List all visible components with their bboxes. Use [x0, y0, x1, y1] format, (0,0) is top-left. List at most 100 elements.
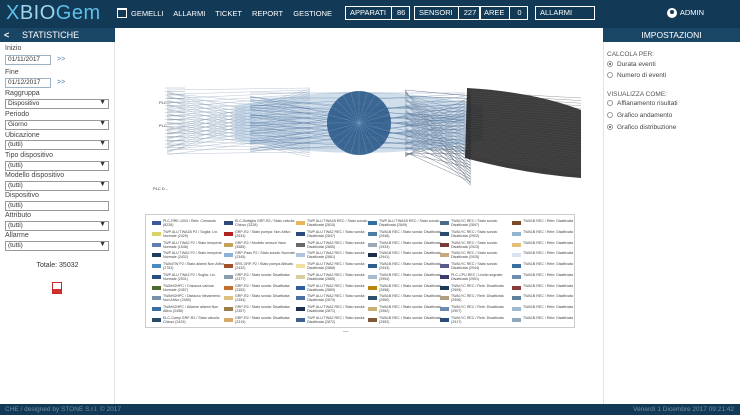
legend-item[interactable]: TWA1B REC / Rele: Disattivata (2923): [512, 284, 574, 293]
start-date-input[interactable]: 01/11/2017: [5, 55, 51, 65]
device-type-select[interactable]: (tutti) ▼: [5, 161, 109, 171]
legend-label: TWA1B REC / Stato sonda: Disattivata (29…: [379, 315, 441, 324]
user-menu[interactable]: ADMIN: [666, 8, 704, 19]
attribute-select[interactable]: (tutti) ▼: [5, 221, 109, 231]
caret-down-icon: ▼: [99, 181, 106, 188]
legend-swatch: [512, 253, 521, 258]
legend-item[interactable]: TWA1YC REC / Stato sonda: Disattivata (2…: [440, 230, 514, 239]
legend-item[interactable]: GRP-R2 / Stato pompa: Non Attivo (2534): [224, 230, 298, 239]
view-option-side-by-side[interactable]: Affianamento risultati: [607, 100, 678, 107]
legend-item[interactable]: TWP ALU TWA1B REC / Stato sonda: Disatti…: [368, 219, 442, 228]
legend-item[interactable]: GRP-R2 / Modello sensori Vano (3585): [224, 241, 298, 250]
left-fan-line: [166, 89, 311, 95]
legend-item[interactable]: TWA1B REC / Rele: Disattivata (2913): [512, 241, 574, 250]
legend-item[interactable]: TWP ALU TWA2 REC / Stato sonda: Disattiv…: [296, 251, 370, 260]
legend-item[interactable]: TWA1YC REC / Stato sonda: Disattivata (2…: [440, 219, 514, 228]
legend-item[interactable]: TWP ALU TWA2 P2 / Stato temperat. Normal…: [152, 251, 226, 260]
nav-ticket[interactable]: TICKET: [215, 9, 242, 18]
legend-item[interactable]: GRP-R2 / Stato sonda: Disattivata (2319): [224, 316, 298, 325]
legend-item[interactable]: TWA1B REC / Stato sonda: Disattivata (29…: [368, 273, 442, 282]
nav-report[interactable]: REPORT: [252, 9, 283, 18]
view-option-distribution[interactable]: Grafico distribuzione: [607, 124, 676, 131]
legend-item[interactable]: GRP-Pass P2 / Stato sonda: Normale (2345…: [224, 251, 298, 260]
legend-item[interactable]: TWP ALU TWA1B REC / Stato sonda: Disatti…: [296, 219, 370, 228]
nav-allarmi[interactable]: ALLARMI: [173, 9, 205, 18]
view-option-trend[interactable]: Grafico andamento: [607, 112, 672, 119]
legend-item[interactable]: TWAHI2HPC / Chiusura valvola Normale (24…: [152, 284, 226, 293]
nav-gemelli[interactable]: GEMELLI: [131, 9, 164, 18]
legend-item[interactable]: TWA1B REC / Stato sonda: Disattivata (29…: [368, 241, 442, 250]
legend-item[interactable]: TWA1YC REC / Rele: Disattivata (2906): [440, 294, 514, 303]
app-logo[interactable]: XBIOGem: [6, 2, 101, 25]
legend-item[interactable]: TWP ALU TWA2 REC / Stato sonda: Disattiv…: [296, 262, 370, 271]
counter-allarmi[interactable]: ALLARMI: [535, 6, 596, 20]
legend-item[interactable]: TWA1B REC / Stato sonda: Disattivata (29…: [368, 262, 442, 271]
counter-aree[interactable]: AREE 0: [479, 6, 529, 20]
legend-item[interactable]: TWP ALU TWA2 REC / Stato sonda: Disattiv…: [296, 316, 370, 325]
calc-option-count[interactable]: Numero di eventi: [607, 72, 666, 79]
location-select[interactable]: (tutti) ▼: [5, 140, 109, 150]
chevron-left-icon[interactable]: <: [4, 28, 9, 42]
counter-apparati[interactable]: APPARATI 86: [345, 6, 411, 20]
legend-item[interactable]: ELC-Camp GRP-R2 / Stato valvola: Chiuso …: [152, 316, 226, 325]
device-input[interactable]: (tutti): [5, 201, 109, 211]
end-date-input[interactable]: 01/12/2017: [5, 78, 51, 88]
home-icon[interactable]: [117, 8, 127, 18]
legend-item[interactable]: TWA1B REC / Stato sonda: Disattivata (29…: [368, 284, 442, 293]
legend-more-indicator[interactable]: ...: [343, 327, 349, 334]
legend-item[interactable]: TWP ALU TWA2 REC / Stato sonda: Disattiv…: [296, 273, 370, 282]
legend-item[interactable]: TWP ALU TWA2 REC / Stato sonda: Disattiv…: [296, 294, 370, 303]
legend-item[interactable]: GRP-R2 / Stato sonda: Disattivata (2377): [224, 273, 298, 282]
legend-item[interactable]: TWA1B REC / Rele: Disattivata (2926): [512, 316, 574, 325]
legend-item[interactable]: GRP-R2 / Stato sonda: Disattivata (2357): [224, 305, 298, 314]
alarm-select[interactable]: (tutti) ▼: [5, 241, 109, 251]
legend-item[interactable]: TWA1B REC / Rele: Disattivata (2922): [512, 273, 574, 282]
legend-item[interactable]: TWA1YC REC / Stato sonda: Disattivata (2…: [440, 241, 514, 250]
legend-item[interactable]: SRS-GRP-P2 / Stato pompa Attivato (2432): [224, 262, 298, 271]
legend-label: GRP-R2 / Stato sonda: Disattivata (2319): [235, 315, 290, 324]
legend-item[interactable]: TWA1B REC / Rele: Disattivata (2911): [512, 219, 574, 228]
legend-item[interactable]: TWP ALU TWA2 P2 / Stato temperat. Normal…: [152, 241, 226, 250]
legend-item[interactable]: TWP ALU TWA2 REC / Stato sonda: Disattiv…: [296, 305, 370, 314]
legend-item[interactable]: GRP-R2 / Stato sonda: Disattivata (2352): [224, 284, 298, 293]
legend-item[interactable]: TWA1B REC / Stato sonda: Disattivata (29…: [368, 305, 442, 314]
legend-item[interactable]: TWA1B REC / Rele: Disattivata (2924): [512, 294, 574, 303]
legend-swatch: [152, 274, 161, 279]
legend-item[interactable]: TWA1B REC / Rele: Disattivata (2912): [512, 230, 574, 239]
legend-item[interactable]: TWA1B REC / Rele: Disattivata (2925): [512, 305, 574, 314]
chart-node-label: PLC...: [159, 100, 170, 105]
legend-item[interactable]: TWP ALU TWA2 REC / Stato sonda: Disattiv…: [296, 230, 370, 239]
calc-option-duration[interactable]: Durata eventi: [607, 61, 656, 68]
pdf-file-icon[interactable]: [52, 282, 62, 294]
start-next-button[interactable]: >>: [57, 56, 65, 63]
end-next-button[interactable]: >>: [57, 79, 65, 86]
legend-item[interactable]: TWA1B REC / Stato sonda: Disattivata (29…: [368, 316, 442, 325]
legend-item[interactable]: PLC-CPU REC / Livello segnale: Disattiva…: [440, 273, 514, 282]
legend-item[interactable]: TWA4TW P2 / Stato allarmi Non Attivo (27…: [152, 262, 226, 271]
legend-item[interactable]: TWA1YC REC / Stato sonda: Disattivata (2…: [440, 262, 514, 271]
legend-item[interactable]: TWA1YC REC / Rele: Disattivata (2907): [440, 305, 514, 314]
legend-item[interactable]: TWA1B REC / Rele: Disattivata (2921): [512, 262, 574, 271]
legend-item[interactable]: TWA1B REC / Stato sonda: Disattivata (29…: [368, 251, 442, 260]
legend-item[interactable]: GRP-R2 / Stato sonda: Disattivata (2354): [224, 294, 298, 303]
legend-item[interactable]: TWP ALU TWA2 REC / Stato sonda: Disattiv…: [296, 284, 370, 293]
legend-item[interactable]: TWA1B REC / Stato sonda: Disattivata (29…: [368, 294, 442, 303]
legend-item[interactable]: TWAHI2HPC / Allarme allarmi Non Attivo (…: [152, 305, 226, 314]
legend-item[interactable]: PLC-RRE-1004 / Rele: Comando (8226): [152, 219, 226, 228]
legend-item[interactable]: TWA1B REC / Rele: Disattivata (2914): [512, 251, 574, 260]
legend-item[interactable]: TWP ALU TWA1B P2 / Soglia: Lin. Normale …: [152, 230, 226, 239]
legend-item[interactable]: TWA1YC REC / Rele: Disattivata (2905): [440, 284, 514, 293]
device-model-select[interactable]: (tutti) ▼: [5, 181, 109, 191]
nav-gestione[interactable]: GESTIONE: [293, 9, 332, 18]
legend-item[interactable]: TWAHI2HPC / Distacco rilevamento Non Att…: [152, 294, 226, 303]
legend-item[interactable]: TWA1B REC / Stato sonda: Disattivata (29…: [368, 230, 442, 239]
counter-sensori[interactable]: SENSORI 227: [414, 6, 482, 20]
period-select[interactable]: Giorno ▼: [5, 120, 109, 130]
legend-label: TWP ALU TWA2 REC / Stato sonda: Disattiv…: [307, 294, 366, 303]
legend-item[interactable]: TWA1YC REC / Stato sonda: Disattivata (2…: [440, 251, 514, 260]
legend-item[interactable]: TWP ALU TWA3 P2 / Soglia: Lin. Normale (…: [152, 273, 226, 282]
legend-item[interactable]: TWA1YC REC / Rele: Disattivata (2917): [440, 316, 514, 325]
legend-item[interactable]: TWP ALU TWA2 REC / Stato sonda: Disattiv…: [296, 241, 370, 250]
legend-item[interactable]: ELC-Bottiglia GRP-R2 / Stato valvola: Ch…: [224, 219, 298, 228]
group-select[interactable]: Dispositivo ▼: [5, 99, 109, 109]
